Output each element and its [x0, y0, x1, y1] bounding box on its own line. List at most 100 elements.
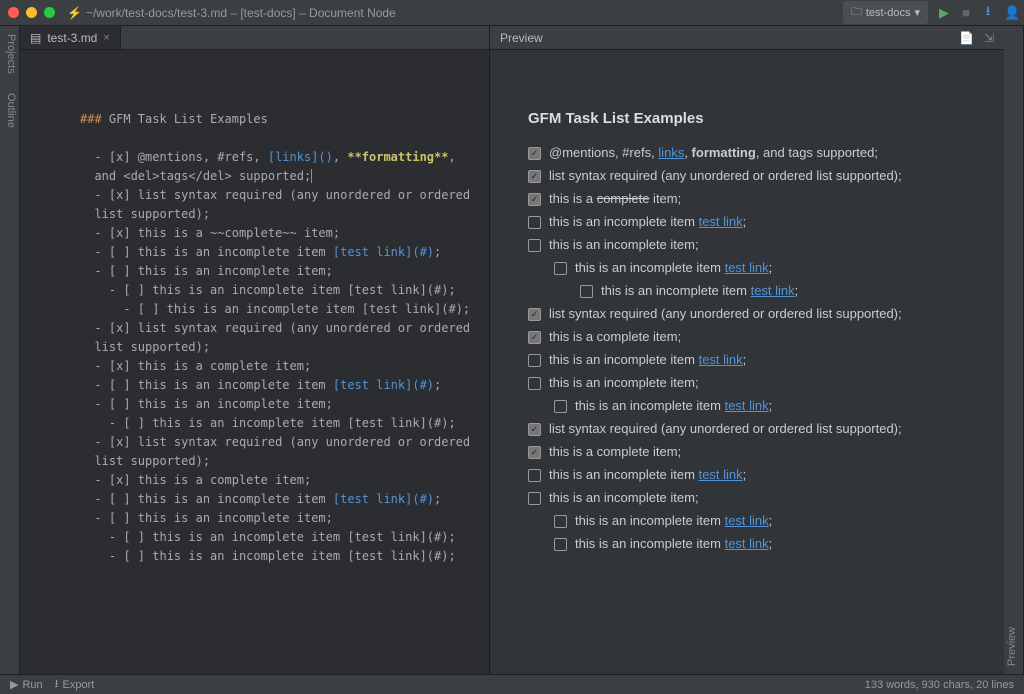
editor-content[interactable]: ### GFM Task List Examples - [x] @mentio… [20, 50, 489, 674]
editor-line: ; [434, 492, 441, 506]
checkbox-checked-icon[interactable] [528, 193, 541, 206]
run-button[interactable]: ▶Run [10, 675, 43, 694]
checkbox-unchecked-icon[interactable] [528, 216, 541, 229]
checkbox-unchecked-icon[interactable] [528, 239, 541, 252]
window-controls [8, 7, 55, 18]
chevron-down-icon: ▾ [914, 6, 920, 19]
editor-line: list supported); [80, 454, 210, 468]
editor-line: - [ ] this is an incomplete item; [80, 264, 333, 278]
checkbox-unchecked-icon[interactable] [554, 515, 567, 528]
editor-line: - [ ] this is an incomplete item [80, 492, 333, 506]
editor-line: - [ ] this is an incomplete item [80, 245, 333, 259]
projects-tab[interactable]: Projects [5, 34, 17, 74]
checkbox-checked-icon[interactable] [528, 170, 541, 183]
task-item: this is an incomplete item test link; [554, 398, 976, 413]
editor-line: - [x] list syntax required (any unordere… [80, 188, 470, 202]
task-item: this is an incomplete item; [528, 375, 976, 390]
editor-line: list supported); [80, 340, 210, 354]
preview-link[interactable]: test link [725, 536, 769, 551]
preview-link[interactable]: test link [699, 214, 743, 229]
editor-line: - [ ] this is an incomplete item; [80, 397, 333, 411]
md-heading-marker: ### [80, 112, 102, 126]
outline-tab[interactable]: Outline [5, 93, 17, 128]
stop-icon[interactable]: ■ [960, 5, 972, 20]
editor-line: , [448, 150, 455, 164]
maximize-window-button[interactable] [44, 7, 55, 18]
editor-line: , [333, 150, 347, 164]
run-icon[interactable]: ▶ [938, 5, 950, 21]
md-bold: **formatting** [347, 150, 448, 164]
checkbox-unchecked-icon[interactable] [580, 285, 593, 298]
editor-line: - [ ] this is an incomplete item [test l… [80, 283, 456, 297]
checkbox-unchecked-icon[interactable] [528, 377, 541, 390]
checkbox-checked-icon[interactable] [528, 331, 541, 344]
editor-line: ; [434, 245, 441, 259]
preview-link[interactable]: test link [699, 467, 743, 482]
project-name: test-docs [866, 7, 911, 19]
md-link: [links]() [268, 150, 333, 164]
file-icon: ▤ [30, 31, 41, 45]
checkbox-unchecked-icon[interactable] [554, 262, 567, 275]
preview-link[interactable]: test link [725, 260, 769, 275]
md-heading-text: GFM Task List Examples [102, 112, 268, 126]
titlebar-path: ~/work/test-docs/test-3.md – [test-docs]… [86, 6, 843, 20]
task-item: this is an incomplete item; [528, 490, 976, 505]
preview-heading: GFM Task List Examples [528, 110, 976, 127]
checkbox-checked-icon[interactable] [528, 147, 541, 160]
statusbar: ▶Run ⭳Export 133 words, 930 chars, 20 li… [0, 674, 1024, 694]
md-link: [test link](#) [333, 245, 434, 259]
status-info: 133 words, 930 chars, 20 lines [865, 679, 1014, 691]
checkbox-checked-icon[interactable] [528, 446, 541, 459]
editor-tab-bar: ▤ test-3.md × [20, 26, 489, 50]
tab-label: test-3.md [47, 31, 97, 45]
preview-strike: complete [597, 191, 650, 206]
task-item: this is an incomplete item test link; [554, 260, 976, 275]
task-item: @mentions, #refs, links, formatting, and… [528, 145, 976, 160]
editor-tab[interactable]: ▤ test-3.md × [20, 26, 121, 49]
checkbox-unchecked-icon[interactable] [554, 538, 567, 551]
editor-line: - [x] this is a ~~complete~~ item; [80, 226, 340, 240]
preview-link[interactable]: test link [725, 398, 769, 413]
minimize-window-button[interactable] [26, 7, 37, 18]
close-window-button[interactable] [8, 7, 19, 18]
task-item: list syntax required (any unordered or o… [528, 168, 976, 183]
editor-line: - [ ] this is an incomplete item [80, 378, 333, 392]
user-icon[interactable]: 👤 [1004, 5, 1016, 21]
preview-link[interactable]: test link [699, 352, 743, 367]
preview-link[interactable]: test link [725, 513, 769, 528]
editor-line: - [x] @mentions, #refs, [80, 150, 268, 164]
checkbox-unchecked-icon[interactable] [554, 400, 567, 413]
editor-line: ; [434, 378, 441, 392]
task-item: this is an incomplete item test link; [528, 214, 976, 229]
play-icon: ▶ [10, 678, 18, 691]
preview-link[interactable]: test link [751, 283, 795, 298]
task-item: this is an incomplete item test link; [528, 467, 976, 482]
download-icon[interactable]: ⭳ [982, 2, 994, 24]
task-item: this is an incomplete item test link; [580, 283, 976, 298]
editor-line: - [x] list syntax required (any unordere… [80, 435, 470, 449]
checkbox-checked-icon[interactable] [528, 423, 541, 436]
editor-line: - [ ] this is an incomplete item [test l… [80, 302, 470, 316]
export-pdf-icon[interactable]: 📄 [959, 31, 974, 45]
checkbox-unchecked-icon[interactable] [528, 492, 541, 505]
close-tab-icon[interactable]: × [103, 32, 109, 44]
folder-icon: 🗀 [851, 3, 862, 22]
md-link: [test link](#) [333, 492, 434, 506]
preview-rail-tab[interactable]: Preview [1006, 627, 1018, 666]
task-item: this is an incomplete item test link; [528, 352, 976, 367]
preview-title: Preview [500, 31, 959, 45]
right-rail: Preview [1004, 26, 1024, 674]
project-selector[interactable]: 🗀 test-docs ▾ [843, 1, 928, 24]
editor-line: list supported); [80, 207, 210, 221]
checkbox-unchecked-icon[interactable] [528, 469, 541, 482]
task-item: this is a complete item; [528, 444, 976, 459]
checkbox-unchecked-icon[interactable] [528, 354, 541, 367]
preview-link[interactable]: links [658, 145, 684, 160]
editor-line: - [ ] this is an incomplete item [test l… [80, 549, 456, 563]
task-item: this is a complete item; [528, 191, 976, 206]
open-external-icon[interactable]: ⇲ [984, 31, 994, 45]
editor-panel: ▤ test-3.md × ### GFM Task List Examples… [20, 26, 490, 674]
checkbox-checked-icon[interactable] [528, 308, 541, 321]
text-cursor [311, 169, 312, 183]
export-button[interactable]: ⭳Export [55, 675, 95, 694]
